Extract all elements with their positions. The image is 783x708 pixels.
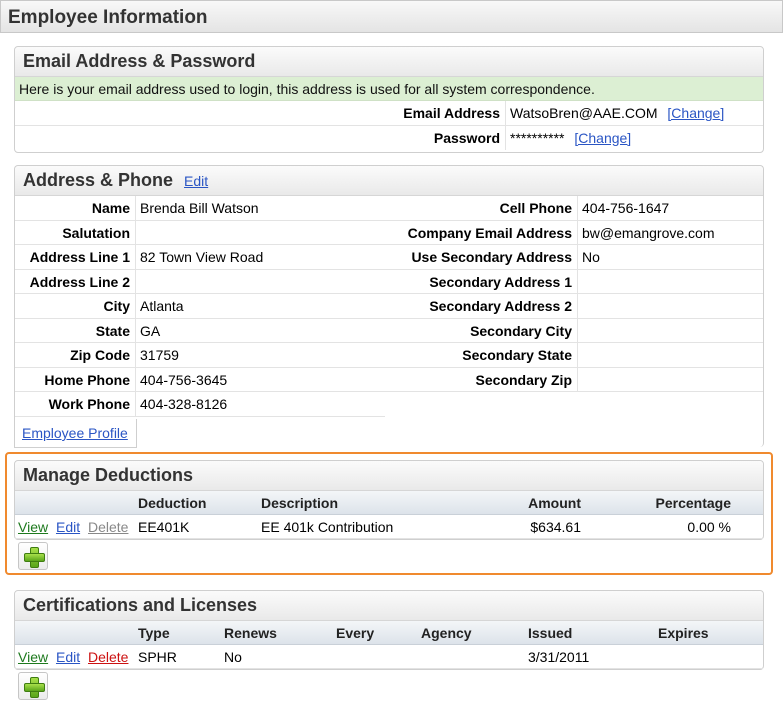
secondary-city-label: Secondary City bbox=[385, 318, 578, 342]
secondary-address1-label: Secondary Address 1 bbox=[385, 269, 578, 293]
edit-certification-link[interactable]: Edit bbox=[56, 649, 80, 665]
table-row: View Edit Delete SPHR No 3/31/2011 bbox=[15, 645, 763, 669]
home-phone-value: 404-756-3645 bbox=[140, 371, 228, 388]
secondary-zip-value bbox=[578, 368, 582, 392]
add-certification-button[interactable] bbox=[18, 672, 48, 700]
cell-phone-value: 404-756-1647 bbox=[582, 200, 670, 216]
address-line1-label: Address Line 1 bbox=[15, 245, 136, 269]
email-section-title: Email Address & Password bbox=[15, 47, 763, 77]
city-value: Atlanta bbox=[140, 298, 184, 314]
cert-agency bbox=[421, 645, 528, 668]
salutation-value bbox=[136, 221, 140, 245]
cert-issued: 3/31/2011 bbox=[528, 649, 590, 665]
cert-type: SPHR bbox=[138, 649, 177, 665]
col-renews: Renews bbox=[224, 625, 277, 641]
password-value-cell: ********** [Change] bbox=[506, 126, 631, 151]
work-phone-value: 404-328-8126 bbox=[140, 396, 228, 412]
city-label: City bbox=[15, 294, 136, 318]
address-section-title: Address & Phone bbox=[23, 170, 174, 190]
secondary-zip-label: Secondary Zip bbox=[385, 367, 578, 391]
name-label: Name bbox=[15, 196, 136, 220]
zip-label: Zip Code bbox=[15, 343, 136, 367]
address-section-title-bar: Address & Phone Edit bbox=[15, 166, 763, 196]
certifications-panel: Certifications and Licenses Type Renews … bbox=[14, 590, 764, 670]
secondary-city-value bbox=[578, 319, 582, 343]
name-value: Brenda Bill Watson bbox=[140, 200, 259, 216]
password-value: ********** bbox=[510, 129, 565, 146]
address-right-column: Cell Phone 404-756-1647 Company Email Add… bbox=[385, 196, 763, 417]
certifications-table-header: Type Renews Every Agency Issued Expires bbox=[15, 621, 763, 645]
email-value: WatsoBren@AAE.COM bbox=[510, 105, 658, 121]
use-secondary-address-label: Use Secondary Address bbox=[385, 245, 578, 269]
company-email-value: bw@emangrove.com bbox=[582, 224, 715, 241]
change-email-link[interactable]: [Change] bbox=[667, 105, 724, 121]
email-value-cell: WatsoBren@AAE.COM [Change] bbox=[506, 101, 724, 125]
salutation-label: Salutation bbox=[15, 220, 136, 244]
col-every: Every bbox=[336, 625, 375, 641]
page-title: Employee Information bbox=[0, 0, 783, 33]
email-password-panel: Email Address & Password Here is your em… bbox=[14, 46, 764, 153]
address-line2-label: Address Line 2 bbox=[15, 269, 136, 293]
work-phone-label: Work Phone bbox=[15, 392, 136, 416]
secondary-state-label: Secondary State bbox=[385, 343, 578, 367]
use-secondary-address-value: No bbox=[582, 249, 600, 265]
col-agency: Agency bbox=[421, 625, 472, 641]
email-notice: Here is your email address used to login… bbox=[15, 77, 763, 101]
password-row: Password ********** [Change] bbox=[15, 125, 763, 151]
plus-icon bbox=[24, 677, 45, 698]
address-line2-value bbox=[136, 270, 140, 294]
zip-value: 31759 bbox=[140, 347, 179, 363]
change-password-link[interactable]: [Change] bbox=[574, 130, 631, 146]
col-expires: Expires bbox=[658, 625, 709, 641]
highlight-frame bbox=[5, 452, 773, 575]
delete-certification-link[interactable]: Delete bbox=[88, 649, 128, 665]
secondary-state-value bbox=[578, 343, 582, 367]
address-left-column: Name Brenda Bill Watson Salutation Addres… bbox=[15, 196, 385, 417]
col-type: Type bbox=[138, 625, 170, 641]
home-phone-label: Home Phone bbox=[15, 367, 136, 391]
address-grid: Name Brenda Bill Watson Salutation Addres… bbox=[15, 196, 763, 417]
address-line1-value: 82 Town View Road bbox=[140, 249, 264, 265]
password-label: Password bbox=[15, 125, 506, 150]
address-phone-panel: Address & Phone Edit Name Brenda Bill Wat… bbox=[14, 165, 764, 448]
secondary-address1-value bbox=[578, 270, 582, 294]
row-actions: View Edit Delete bbox=[15, 645, 138, 668]
secondary-address2-value bbox=[578, 294, 582, 318]
cert-expires bbox=[658, 645, 748, 668]
address-edit-link[interactable]: Edit bbox=[184, 173, 208, 189]
certifications-section-title: Certifications and Licenses bbox=[15, 591, 763, 621]
state-value: GA bbox=[140, 322, 161, 339]
cell-phone-label: Cell Phone bbox=[385, 196, 578, 220]
view-certification-link[interactable]: View bbox=[18, 649, 48, 665]
cert-renews: No bbox=[224, 649, 242, 665]
employee-profile-tab: Employee Profile bbox=[14, 419, 137, 448]
company-email-label: Company Email Address bbox=[385, 220, 578, 244]
email-label: Email Address bbox=[15, 101, 506, 125]
employee-profile-link[interactable]: Employee Profile bbox=[22, 425, 128, 441]
state-label: State bbox=[15, 318, 136, 342]
secondary-address2-label: Secondary Address 2 bbox=[385, 294, 578, 318]
col-issued: Issued bbox=[528, 625, 573, 641]
email-row: Email Address WatsoBren@AAE.COM [Change] bbox=[15, 101, 763, 126]
cert-every bbox=[336, 645, 421, 668]
